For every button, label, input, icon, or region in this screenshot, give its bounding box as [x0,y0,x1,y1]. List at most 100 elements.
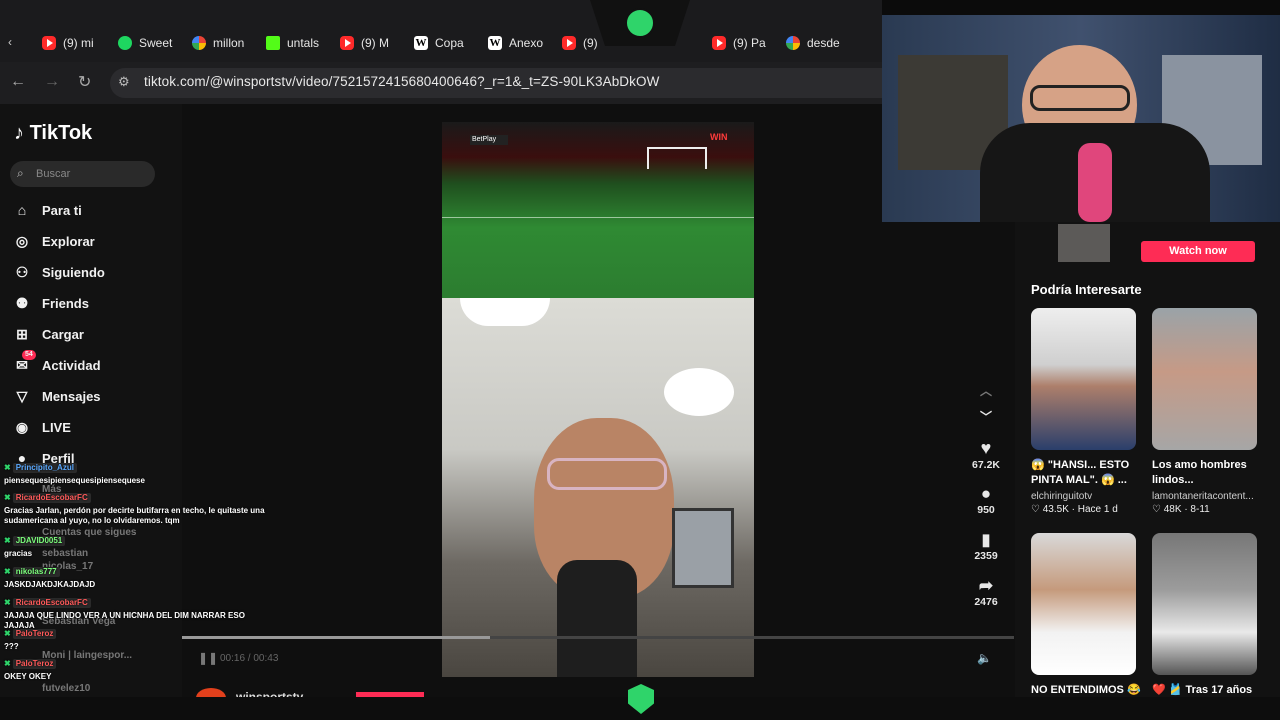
video-card-thumbnail[interactable] [1031,533,1136,675]
notification-badge: 54 [22,350,36,360]
video-player[interactable]: BetPlay WIN [442,122,754,677]
browser-tab-label: millon [213,36,245,50]
browser-tab[interactable]: untals [266,33,319,53]
match-footage: BetPlay WIN [442,122,754,298]
nav-item-label: Explorar [42,233,95,249]
chat-username[interactable]: ✖ PaloTeroz [4,659,57,669]
volume-icon[interactable]: 🔈 [977,651,992,665]
browser-tab[interactable]: millon [192,33,244,53]
chat-username[interactable]: ✖ RicardoEscobarFC [4,493,91,503]
youtube-icon [712,36,726,50]
video-card-title[interactable]: Los amo hombres lindos... [1152,458,1264,488]
site-info-icon[interactable]: ⚙ [118,74,130,90]
studio-light-panel [672,508,734,588]
tab-scroll-left-icon[interactable]: ‹ [8,35,12,49]
search-input[interactable]: ⌕ Buscar [10,161,155,187]
nav-item-label: Siguiendo [42,264,105,280]
save-count: 2359 [974,550,998,562]
video-card-stats: ♡ 43.5K · Hace 1 d [1031,504,1118,515]
chat-message: JASKDJAKDJKAJDAJD [4,580,96,589]
chat-username[interactable]: ✖ JDAVID0051 [4,536,66,546]
video-card-thumbnail[interactable] [1031,308,1136,450]
chat-username[interactable]: ✖ RicardoEscobarFC [4,598,91,608]
browser-tab-label: Anexo [509,36,544,50]
nav-item-siguiendo[interactable]: ⚇ Siguiendo [14,264,105,280]
reload-icon[interactable]: ↻ [78,72,91,92]
stream-overlay-badge [590,0,690,46]
next-video-icon[interactable]: ﹀ [966,408,1006,425]
sub-badge-icon: ✖ [4,598,11,607]
ceiling-light [664,368,734,416]
pause-icon[interactable]: ❚❚ [198,651,218,665]
url-text[interactable]: tiktok.com/@winsportstv/video/7521572415… [144,74,659,89]
commentator-footage [442,298,754,677]
video-card-thumbnail[interactable] [1152,533,1257,675]
browser-tab-label: (9) Pa [733,36,766,50]
browser-tab-label: untals [287,36,320,50]
mascot-logo-icon [625,8,655,38]
video-card-author[interactable]: elchiringuitotv [1031,491,1143,502]
sub-badge-icon: ✖ [4,463,11,472]
chat-username-text: PaloTeroz [12,629,57,639]
video-card-author[interactable]: lamontaneritacontent... [1152,491,1264,502]
back-icon[interactable]: ← [10,73,26,91]
prev-video-icon[interactable]: ︿ [966,382,1006,399]
browser-tab-label: (9) [583,36,598,50]
share-button[interactable]: ➦ 2476 [966,576,1006,608]
nav-item-explorar[interactable]: ◎ Explorar [14,233,95,249]
video-card-title[interactable]: NO ENTENDIMOS 😂 [1031,683,1143,698]
browser-tab[interactable]: W Anexo [488,33,543,53]
browser-tab[interactable]: W Copa [414,33,464,53]
browser-tab[interactable]: Sweet [118,33,172,53]
browser-tab-label: Sweet [139,36,173,50]
forward-icon[interactable]: → [44,73,60,91]
chat-username-text: nikolas777 [12,567,60,577]
following-icon: ⚇ [15,264,29,280]
sidebar-secondary-item[interactable]: futvelez10 [42,683,90,694]
chat-username[interactable]: ✖ Principito_Azul [4,463,77,473]
nav-item-label: Para ti [42,202,82,218]
nav-item-label: Mensajes [42,388,101,404]
browser-tab[interactable]: (9) [562,33,598,53]
streamer-glasses [1030,85,1130,111]
nav-item-friends[interactable]: ⚉ Friends [14,295,89,311]
browser-tab[interactable]: (9) M [340,33,389,53]
video-card-thumbnail[interactable] [1152,308,1257,450]
nav-item-cargar[interactable]: ⊞ Cargar [14,326,84,342]
nav-item-label: Cargar [42,326,84,342]
nav-item-mensajes[interactable]: ▽ Mensajes [14,388,101,404]
sub-badge-icon: ✖ [4,536,11,545]
chat-username-text: RicardoEscobarFC [12,598,91,608]
goal-frame [647,147,707,169]
live-icon: ◉ [15,419,29,435]
ad-thumbnail [1058,224,1110,262]
glasses [547,458,667,490]
video-time: 00:16 / 00:43 [220,653,279,664]
search-icon: ⌕ [17,166,24,180]
video-progress-fill [182,636,490,639]
nav-item-actividad[interactable]: ✉ Actividad 54 [14,350,101,373]
browser-tab-label: (9) M [361,36,389,50]
browser-tab[interactable]: (9) Pa [712,33,766,53]
heart-icon: ♥ [980,438,992,458]
browser-tab[interactable]: (9) mi [42,33,94,53]
video-card-title[interactable]: ❤️ 🎽 Tras 17 años [1152,683,1264,698]
streamer-webcam [882,15,1280,222]
browser-tab[interactable]: desde [786,33,840,53]
compass-icon: ◎ [15,233,29,249]
comment-button[interactable]: ● 950 [966,484,1006,516]
nav-item-para-ti[interactable]: ⌂ Para ti [14,202,82,218]
video-card-title[interactable]: 😱 "HANSI... ESTO PINTA MAL". 😱 ... [1031,458,1143,488]
chat-username[interactable]: ✖ PaloTeroz [4,629,57,639]
nav-item-live[interactable]: ◉ LIVE [14,419,71,435]
share-icon: ➦ [978,576,994,595]
messages-icon: ▽ [16,388,28,404]
chat-username[interactable]: ✖ nikolas777 [4,567,60,577]
watch-now-button[interactable]: Watch now [1141,241,1255,262]
video-progress-track[interactable] [182,636,1014,639]
tiktok-logo[interactable]: ♪ TikTok [14,122,92,145]
recommendations-heading: Podría Interesarte [1031,282,1142,297]
microphone [557,560,637,677]
save-button[interactable]: ▮ 2359 [966,530,1006,562]
like-button[interactable]: ♥ 67.2K [966,438,1006,471]
